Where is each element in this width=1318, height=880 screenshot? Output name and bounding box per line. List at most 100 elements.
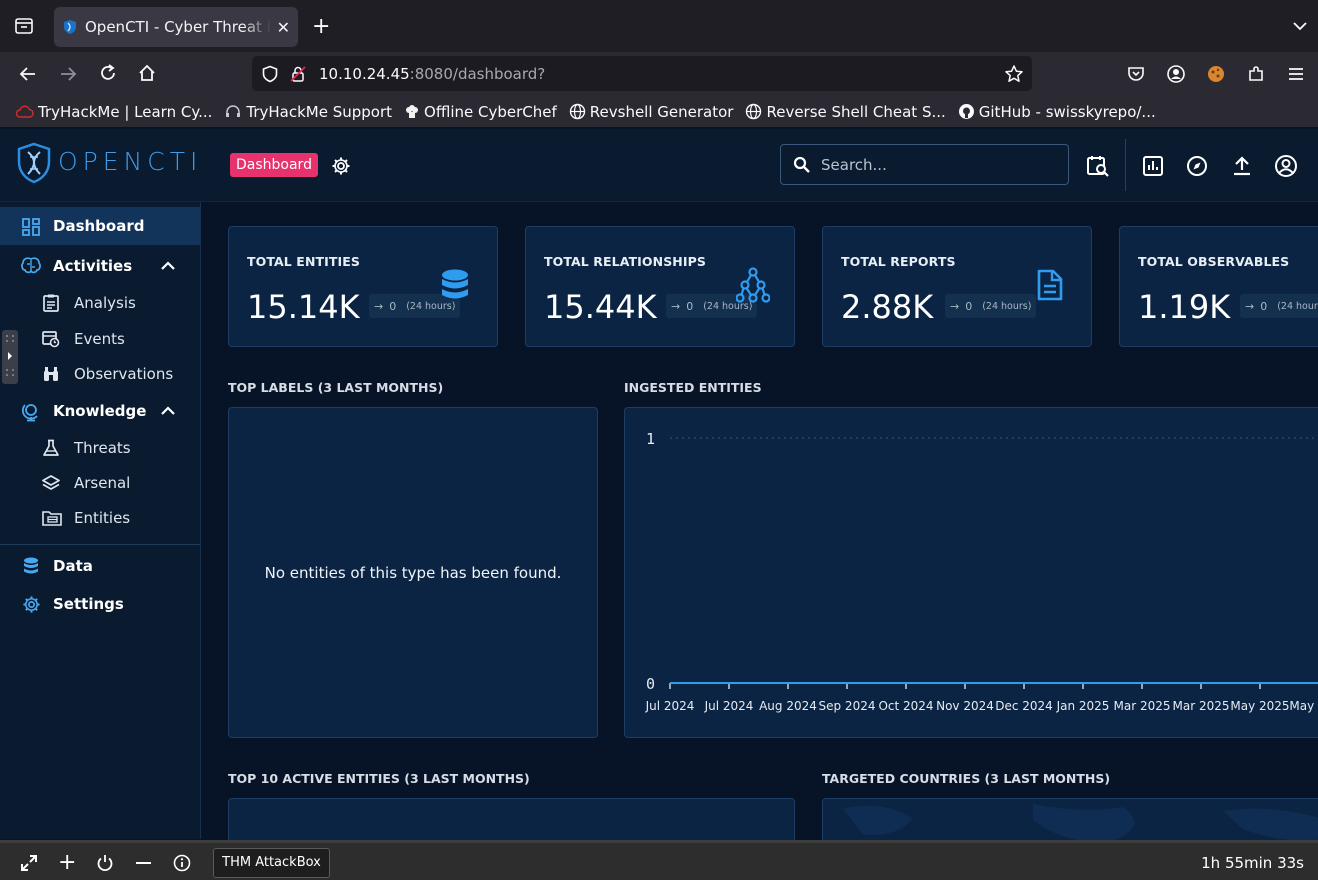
power-icon[interactable] [96, 854, 114, 872]
chef-icon [404, 104, 424, 120]
investigations-chart-icon[interactable] [1142, 155, 1164, 177]
top-labels-panel: No entities of this type has been found. [228, 407, 598, 738]
kpi-diff-badge: → 0 (24 hours) [1240, 294, 1318, 318]
arrow-right-icon: → [950, 299, 960, 313]
arrow-right-icon: → [374, 299, 384, 313]
sidebar: Dashboard Activities Analysis Events Obs… [0, 202, 201, 839]
sidebar-item-arsenal[interactable]: Arsenal [0, 466, 200, 500]
sidebar-item-threats[interactable]: Threats [0, 431, 200, 465]
customize-gear-icon[interactable] [331, 156, 351, 176]
section-title-targeted-countries: TARGETED COUNTRIES (3 LAST MONTHS) [822, 771, 1111, 786]
flask-icon [42, 439, 60, 457]
kpi-card-total-entities: TOTAL ENTITIES 15.14K → 0 (24 hours) [228, 226, 498, 347]
sidebar-label-data: Data [53, 557, 93, 575]
globe-icon [569, 103, 590, 120]
bookmark-tryhackme[interactable]: TryHackMe | Learn Cy... [16, 103, 212, 121]
bookmark-reverse-shell-cheat[interactable]: Reverse Shell Cheat S... [745, 103, 946, 121]
user-profile-icon[interactable] [1274, 154, 1298, 178]
sidebar-item-observations[interactable]: Observations [0, 357, 200, 391]
import-upload-icon[interactable] [1231, 155, 1253, 177]
tab-overview-icon[interactable] [14, 16, 34, 36]
url-bar[interactable]: 10.10.24.45 :8080/dashboard? [252, 56, 1032, 91]
x-tick-label: May 2025 [1230, 699, 1289, 713]
sidebar-item-analysis[interactable]: Analysis [0, 286, 200, 320]
minimize-icon[interactable] [136, 862, 151, 864]
side-panel-handle[interactable] [2, 330, 18, 384]
shield-icon[interactable] [261, 65, 279, 83]
insecure-lock-icon[interactable] [289, 65, 307, 83]
browser-tab-active[interactable]: OpenCTI - Cyber Threat Intelligence Plat… [54, 7, 298, 47]
sidebar-label-dashboard: Dashboard [53, 217, 145, 235]
globe-icon [745, 103, 766, 120]
menu-hamburger-icon[interactable] [1286, 64, 1306, 84]
sidebar-item-data[interactable]: Data [0, 548, 200, 584]
sidebar-label-threats: Threats [74, 439, 131, 457]
extension-cookie-icon[interactable] [1206, 64, 1226, 84]
info-icon[interactable] [173, 854, 191, 872]
x-tick-label: Jul 2024 [704, 699, 754, 713]
sidebar-item-events[interactable]: Events [0, 322, 200, 356]
analysis-document-icon [42, 294, 60, 312]
opencti-logo-icon[interactable] [16, 142, 52, 184]
search-placeholder: Search... [821, 155, 887, 174]
header-divider [1125, 139, 1126, 191]
bookmark-thm-support[interactable]: TryHackMe Support [224, 103, 392, 121]
kpi-title: TOTAL ENTITIES [247, 254, 360, 269]
github-icon [958, 103, 979, 120]
sidebar-item-activities[interactable]: Activities [0, 248, 200, 284]
sidebar-label-knowledge: Knowledge [53, 402, 147, 420]
sidebar-label-events: Events [74, 330, 125, 348]
sidebar-label-analysis: Analysis [74, 294, 136, 312]
reload-icon[interactable] [98, 63, 118, 83]
home-icon[interactable] [137, 63, 157, 83]
chevron-up-icon[interactable] [160, 259, 176, 273]
url-host: 10.10.24.45 [319, 64, 410, 83]
page-badge: Dashboard [230, 153, 318, 177]
y-tick-label: 0 [646, 675, 655, 693]
document-icon [1037, 269, 1063, 301]
forward-arrow-icon[interactable] [58, 64, 78, 84]
bookmark-revshell[interactable]: Revshell Generator [569, 103, 733, 121]
bookmark-cyberchef[interactable]: Offline CyberChef [404, 103, 557, 121]
advanced-search-icon[interactable] [1086, 154, 1110, 178]
session-timer: 1h 55min 33s [1201, 854, 1304, 872]
tab-list-chevron-icon[interactable] [1291, 17, 1309, 35]
bookmark-github[interactable]: GitHub - swisskyrepo/... [958, 103, 1156, 121]
app-logo-text[interactable]: OPENCTI [58, 147, 202, 176]
x-tick-label: Jan 2025 [1056, 699, 1110, 713]
attackbox-taskbar: + THM AttackBox 1h 55min 33s [0, 840, 1318, 880]
extensions-puzzle-icon[interactable] [1246, 64, 1266, 84]
kpi-value: 15.44K [544, 288, 657, 326]
kpi-title: TOTAL OBSERVABLES [1138, 254, 1290, 269]
x-tick-label: Mar 2025 [1114, 699, 1171, 713]
x-tick-label: Jul 2024 [645, 699, 695, 713]
sidebar-item-entities[interactable]: Entities [0, 501, 200, 535]
y-tick-label: 1 [646, 430, 655, 448]
graph-icon [736, 267, 770, 303]
search-input[interactable]: Search... [780, 144, 1069, 185]
back-arrow-icon[interactable] [18, 64, 38, 84]
bookmarks-bar: TryHackMe | Learn Cy... TryHackMe Suppor… [0, 96, 1318, 128]
kpi-card-total-reports: TOTAL REPORTS 2.88K → 0 (24 hours) [822, 226, 1092, 347]
app-header: OPENCTI Dashboard Search... [0, 129, 1318, 202]
sidebar-item-dashboard[interactable]: Dashboard [0, 207, 200, 245]
ingested-entities-chart: 1 0 Jul 2024 Jul 2024 Aug 2024 Sep 2024 Oct 20… [645, 430, 1318, 713]
cloud-icon [16, 105, 38, 119]
tab-close-icon[interactable]: ✕ [277, 18, 290, 37]
folder-table-icon [42, 509, 62, 527]
bookmark-star-icon[interactable] [1004, 64, 1024, 84]
account-icon[interactable] [1166, 64, 1186, 84]
headset-icon [224, 104, 246, 120]
x-tick-label: May 2025 [1289, 699, 1318, 713]
chevron-up-icon[interactable] [160, 404, 176, 418]
browser-tab-bar: OpenCTI - Cyber Threat Intelligence Plat… [0, 0, 1318, 52]
pocket-icon[interactable] [1126, 64, 1146, 84]
attackbox-tab-button[interactable]: THM AttackBox [213, 848, 330, 878]
tab-title: OpenCTI - Cyber Threat Intelligence Plat… [85, 18, 271, 36]
explore-compass-icon[interactable] [1186, 155, 1208, 177]
add-button[interactable]: + [58, 850, 76, 875]
new-tab-button[interactable]: + [312, 14, 330, 39]
sidebar-item-settings[interactable]: Settings [0, 586, 200, 622]
sidebar-item-knowledge[interactable]: Knowledge [0, 392, 200, 430]
fullscreen-expand-icon[interactable] [20, 854, 38, 872]
